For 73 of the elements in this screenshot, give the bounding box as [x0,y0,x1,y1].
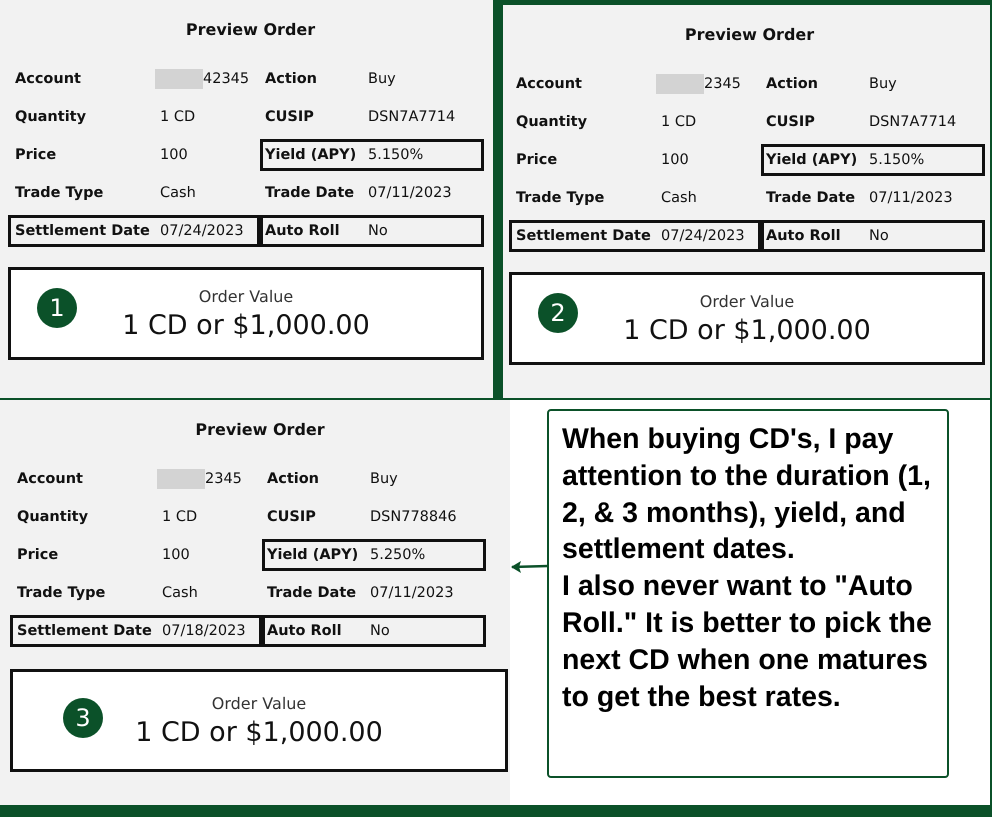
field-value: 07/11/2023 [869,190,953,206]
number-badge: 2 [538,293,578,333]
field-label: Price [515,152,558,168]
field-label: Yield (APY) [765,152,858,168]
panel-title: Preview Order [684,25,816,44]
number-badge: 3 [63,698,103,738]
field-value: Buy [370,471,398,487]
field-value: No [368,223,388,239]
field-label: Trade Type [16,585,106,601]
field-label: CUSIP [765,114,816,130]
field-label: Trade Type [14,185,104,201]
field-value: DSN7A7714 [869,114,956,130]
field-value: 5.250% [370,547,426,563]
field-value: Cash [162,585,198,601]
number-badge: 1 [37,288,77,328]
field-label: CUSIP [264,109,315,125]
field-label: Auto Roll [765,228,842,244]
field-label: Settlement Date [14,223,151,239]
order-value-amount: 1 CD or $1,000.00 [122,310,370,340]
field-value: 100 [160,147,188,163]
order-value-amount: 1 CD or $1,000.00 [135,716,383,748]
field-label: Yield (APY) [266,547,360,563]
field-label: Price [14,147,58,163]
field-value: 07/24/2023 [661,228,745,244]
field-value: Cash [160,185,196,201]
order-value-label: Order Value [198,286,294,306]
field-label: Auto Roll [266,623,343,639]
field-value: 07/18/2023 [162,623,246,639]
field-label: Trade Type [515,190,606,206]
field-label: Account [16,471,84,487]
field-label: Quantity [515,114,588,130]
field-value: 07/11/2023 [370,585,454,601]
field-label: Action [264,71,318,87]
order-value-label: Order Value [700,292,794,310]
field-value: 07/24/2023 [160,223,244,239]
field-value: 5.150% [869,152,924,168]
note-text: When buying CD's, I pay attention to the duration (1, 2, & 3 months), yield, and settlement dates. I also never want to "Auto Roll." It is better to pick the next CD when one matures to get the best rates. [562,422,933,715]
field-value: 1 CD [160,109,196,125]
field-label: Settlement Date [16,623,153,639]
panel-title: Preview Order [194,420,326,439]
field-value: No [370,623,390,639]
field-value: Cash [661,190,697,206]
field-label: Trade Date [264,185,356,201]
field-label: Yield (APY) [264,147,358,163]
field-label: Action [266,471,320,487]
field-label: Price [16,547,60,563]
field-value: DSN7A7714 [368,109,456,125]
panel-title: Preview Order [184,20,316,39]
field-label: Trade Date [765,190,856,206]
field-value: DSN778846 [370,509,457,525]
field-value: 5.150% [368,147,424,163]
field-value: 1 CD [661,114,696,130]
field-label: Action [765,76,820,92]
field-label: Settlement Date [515,228,652,244]
field-value: 42345 [203,71,250,87]
field-label: Account [14,71,82,87]
field-label: Trade Date [266,585,358,601]
field-value: 2345 [205,471,242,487]
field-value: 2345 [704,76,741,92]
field-label: Quantity [14,109,88,125]
field-value: 100 [661,152,689,168]
order-value-amount: 1 CD or $1,000.00 [623,314,871,346]
field-label: CUSIP [266,509,317,525]
field-label: Account [515,76,583,92]
field-value: 1 CD [162,509,198,525]
field-label: Auto Roll [264,223,341,239]
field-value: 07/11/2023 [368,185,452,201]
order-value-label: Order Value [212,694,306,712]
field-value: No [869,228,889,244]
field-value: Buy [869,76,897,92]
field-value: 100 [162,547,190,563]
field-label: Quantity [16,509,90,525]
field-value: Buy [368,71,396,87]
